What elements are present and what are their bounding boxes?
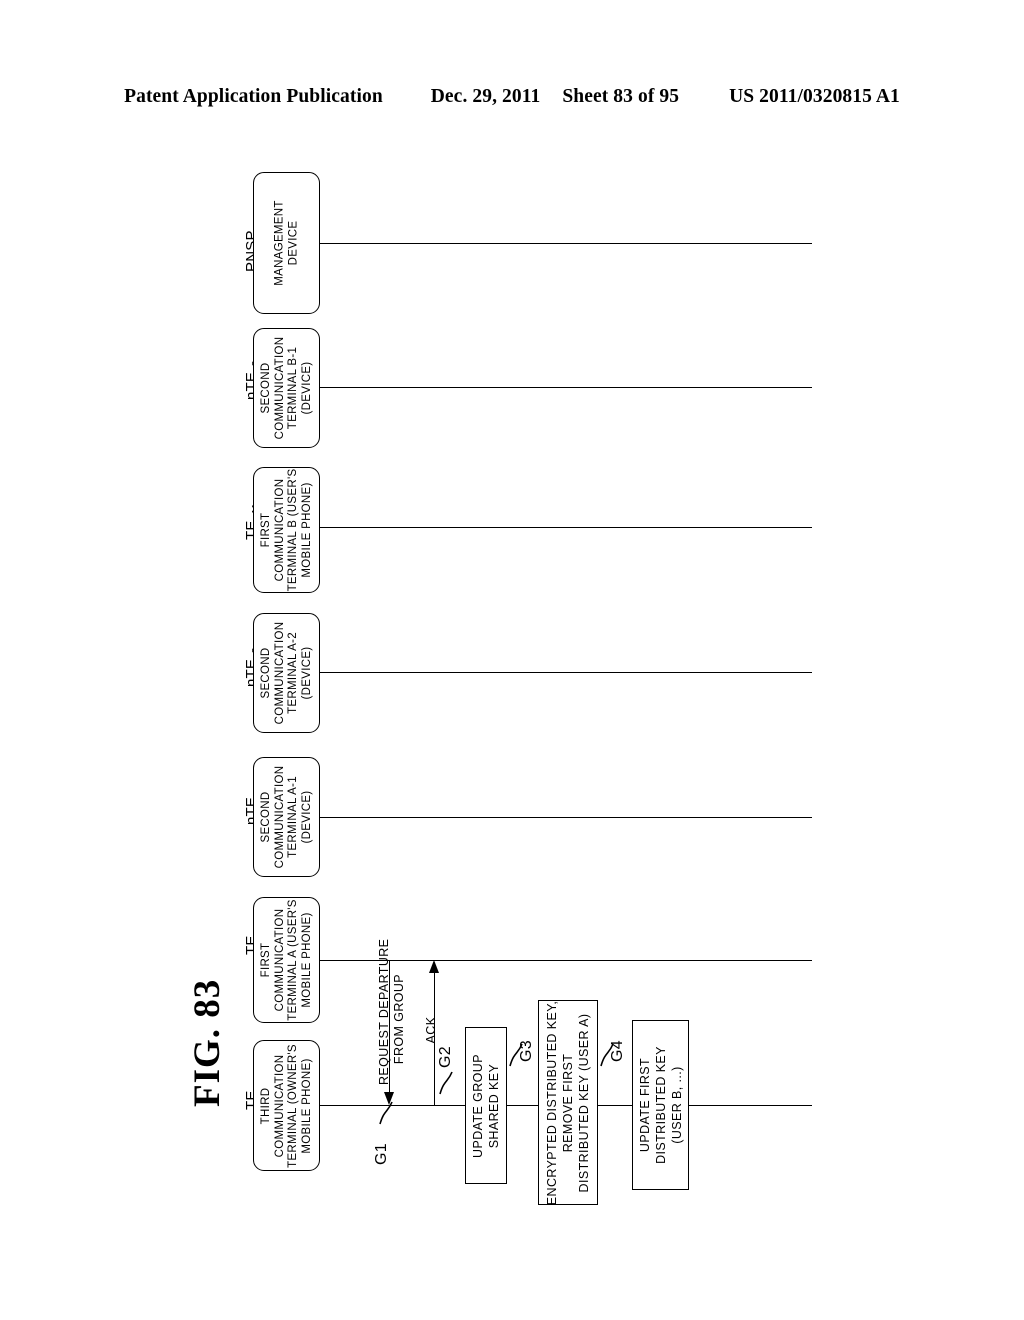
actor-line: SECOND — [259, 647, 272, 699]
figure-canvas: FIG. 83 TEowner TEa nTEz nTEz2 TEa11 nTE… — [0, 0, 1024, 1320]
actor-line: TERMINAL A-2 — [286, 632, 299, 714]
actor-box-pnsp[interactable]: MANAGEMENT DEVICE — [253, 172, 320, 314]
actor-box-ntez[interactable]: SECOND COMMUNICATION TERMINAL A-1 (DEVIC… — [253, 757, 320, 877]
step-ref-g2: G2 — [437, 1046, 454, 1068]
message-line-text: FROM GROUP — [392, 973, 406, 1065]
actor-line: DEVICE — [286, 220, 299, 266]
lifeline-tea11 — [320, 527, 812, 528]
actor-line: TERMINAL B-1 — [286, 346, 299, 430]
actor-line: (DEVICE) — [300, 361, 312, 415]
actor-box-tea[interactable]: FIRST COMMUNICATION TERMINAL A (USER'S M… — [253, 897, 320, 1023]
actor-line: COMMUNICATION — [273, 908, 285, 1012]
actor-line: FIRST — [259, 512, 272, 548]
lifeline-ntez3 — [320, 387, 812, 388]
actor-line: TERMINAL A-1 — [286, 776, 299, 858]
process-line: REMOVE FIRST — [561, 1053, 575, 1152]
actor-box-ntez3[interactable]: SECOND COMMUNICATION TERMINAL B-1 (DEVIC… — [253, 328, 320, 448]
process-box-update-group-shared-key-text: UPDATE GROUP SHARED KEY — [470, 1054, 502, 1158]
lifeline-pnsp — [320, 243, 812, 244]
actor-line: COMMUNICATION — [273, 336, 285, 440]
leader-g1 — [379, 1101, 393, 1125]
process-line: DISTRIBUTED KEY — [653, 1046, 668, 1164]
actor-line: MOBILE PHONE) — [300, 1057, 312, 1154]
actor-line: TERMINAL (OWNER'S — [286, 1043, 299, 1168]
process-box-encrypted-distributed-key-text: ENCRYPTED DISTRIBUTED KEY, REMOVE FIRST … — [544, 1000, 592, 1204]
lifeline-ntez — [320, 817, 812, 818]
process-box-update-group-shared-key[interactable]: UPDATE GROUP SHARED KEY — [465, 1027, 507, 1184]
message-line-text: REQUEST DEPARTURE — [377, 938, 391, 1085]
process-line: DISTRIBUTED KEY (USER A) — [577, 1013, 591, 1192]
step-ref-g1: G1 — [373, 1143, 390, 1165]
process-box-update-first-distributed-key[interactable]: UPDATE FIRST DISTRIBUTED KEY (USER B, ..… — [632, 1020, 689, 1190]
step-ref-g4: G4 — [609, 1040, 626, 1062]
actor-line: (DEVICE) — [300, 646, 312, 700]
figure-title: FIG. 83 — [187, 978, 228, 1107]
actor-box-ntez2[interactable]: SECOND COMMUNICATION TERMINAL A-2 (DEVIC… — [253, 613, 320, 733]
message-label-g1: REQUEST DEPARTURE FROM GROUP — [377, 938, 407, 1085]
actor-box-teowner[interactable]: THIRD COMMUNICATION TERMINAL (OWNER'S MO… — [253, 1040, 320, 1171]
actor-line: COMMUNICATION — [273, 478, 285, 582]
actor-line: SECOND — [259, 791, 272, 843]
process-line: UPDATE GROUP — [471, 1053, 485, 1158]
actor-box-teowner-text: THIRD COMMUNICATION TERMINAL (OWNER'S MO… — [260, 1044, 314, 1168]
actor-line: (DEVICE) — [300, 790, 312, 844]
actor-line: TERMINAL A (USER'S — [286, 899, 299, 1021]
process-line: UPDATE FIRST — [637, 1057, 652, 1153]
actor-line: MOBILE PHONE) — [300, 912, 312, 1008]
process-box-update-first-distributed-key-text: UPDATE FIRST DISTRIBUTED KEY (USER B, ..… — [637, 1046, 685, 1164]
process-box-encrypted-distributed-key[interactable]: ENCRYPTED DISTRIBUTED KEY, REMOVE FIRST … — [538, 1000, 598, 1205]
actor-box-tea11[interactable]: FIRST COMMUNICATION TERMINAL B (USER'S M… — [253, 467, 320, 593]
actor-line: THIRD — [259, 1087, 272, 1124]
process-line: ENCRYPTED DISTRIBUTED KEY, — [545, 1000, 559, 1205]
actor-line: TERMINAL B (USER'S — [286, 468, 299, 592]
actor-box-tea11-text: FIRST COMMUNICATION TERMINAL B (USER'S M… — [260, 469, 314, 592]
actor-box-pnsp-text: MANAGEMENT DEVICE — [273, 200, 300, 285]
actor-line: COMMUNICATION — [273, 765, 285, 869]
actor-box-ntez2-text: SECOND COMMUNICATION TERMINAL A-2 (DEVIC… — [260, 622, 314, 725]
actor-line: COMMUNICATION — [273, 1054, 285, 1157]
message-arrowhead-g2 — [429, 960, 439, 973]
process-line: (USER B, ...) — [669, 1066, 684, 1144]
actor-box-tea-text: FIRST COMMUNICATION TERMINAL A (USER'S M… — [260, 899, 314, 1021]
actor-line: MANAGEMENT — [273, 200, 285, 286]
step-ref-g3: G3 — [518, 1040, 535, 1062]
leader-g2 — [439, 1071, 453, 1095]
actor-line: COMMUNICATION — [273, 621, 285, 725]
lifeline-ntez2 — [320, 672, 812, 673]
actor-line: MOBILE PHONE) — [300, 482, 312, 578]
process-line: SHARED KEY — [487, 1063, 501, 1148]
actor-box-ntez-text: SECOND COMMUNICATION TERMINAL A-1 (DEVIC… — [260, 766, 314, 869]
actor-line: FIRST — [259, 942, 272, 978]
actor-box-ntez3-text: SECOND COMMUNICATION TERMINAL B-1 (DEVIC… — [260, 337, 314, 440]
actor-line: SECOND — [259, 362, 272, 414]
